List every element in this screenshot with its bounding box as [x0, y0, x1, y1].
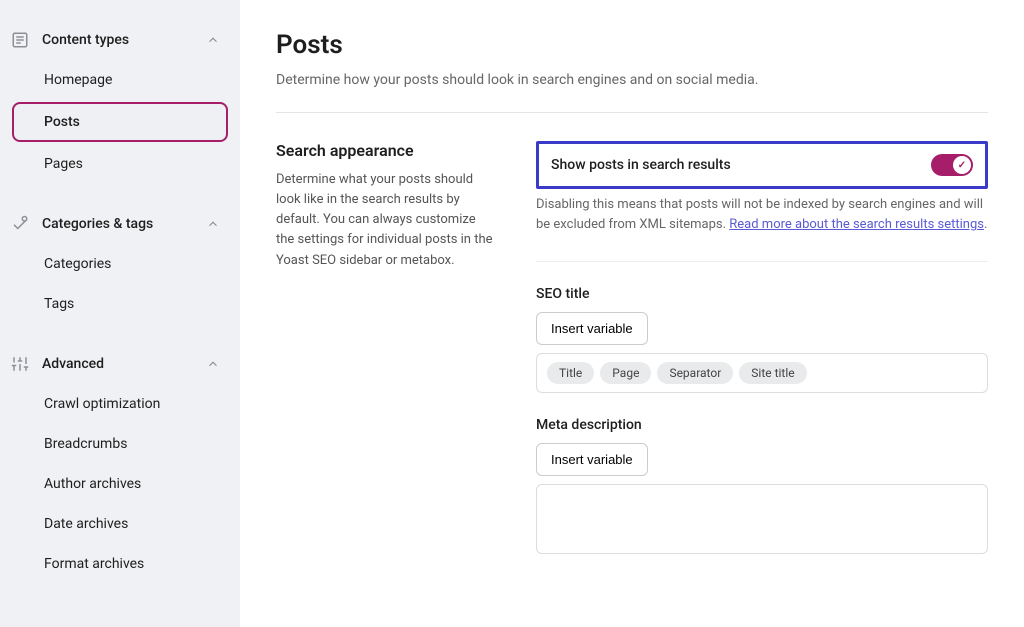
sidebar: Content types Homepage Posts Pages Categ… [0, 0, 240, 627]
meta-description-label: Meta description [536, 417, 988, 433]
subitems: Crawl optimization Breadcrumbs Author ar… [0, 384, 240, 584]
section-header-advanced[interactable]: Advanced [0, 344, 240, 384]
sidebar-item-breadcrumbs[interactable]: Breadcrumbs [0, 424, 240, 464]
sidebar-item-categories[interactable]: Categories [0, 244, 240, 284]
subitems: Homepage Posts Pages [0, 60, 240, 184]
section-title: Categories & tags [42, 216, 206, 232]
content-types-icon [10, 30, 30, 50]
search-appearance-description: Determine what your posts should look li… [276, 170, 496, 271]
categories-tags-icon [10, 214, 30, 234]
section-header-content-types[interactable]: Content types [0, 20, 240, 60]
toggle-knob: ✓ [953, 156, 971, 174]
variable-chip[interactable]: Title [547, 362, 594, 384]
chevron-up-icon [206, 357, 220, 371]
sidebar-section-categories-tags: Categories & tags Categories Tags [0, 204, 240, 324]
chevron-up-icon [206, 217, 220, 231]
main-content: Posts Determine how your posts should lo… [240, 0, 1024, 627]
meta-description-field: Meta description Insert variable [536, 417, 988, 558]
divider [276, 112, 988, 113]
section-title: Advanced [42, 356, 206, 372]
variable-chip[interactable]: Site title [739, 362, 806, 384]
variable-chip[interactable]: Separator [657, 362, 733, 384]
read-more-link[interactable]: Read more about the search results setti… [729, 217, 984, 232]
variable-chip[interactable]: Page [600, 362, 651, 384]
sidebar-item-format-archives[interactable]: Format archives [0, 544, 240, 584]
sidebar-item-crawl-optimization[interactable]: Crawl optimization [0, 384, 240, 424]
section-title: Content types [42, 32, 206, 48]
sidebar-item-pages[interactable]: Pages [0, 144, 240, 184]
sidebar-item-author-archives[interactable]: Author archives [0, 464, 240, 504]
page-description: Determine how your posts should look in … [276, 72, 988, 88]
page-title: Posts [276, 30, 988, 60]
meta-description-input[interactable] [536, 484, 988, 554]
sidebar-section-content-types: Content types Homepage Posts Pages [0, 20, 240, 184]
right-column: Show posts in search results ✓ Disabling… [536, 141, 988, 558]
sidebar-item-tags[interactable]: Tags [0, 284, 240, 324]
sidebar-item-date-archives[interactable]: Date archives [0, 504, 240, 544]
section-header-categories-tags[interactable]: Categories & tags [0, 204, 240, 244]
sidebar-section-advanced: Advanced Crawl optimization Breadcrumbs … [0, 344, 240, 584]
advanced-icon [10, 354, 30, 374]
subdivider [536, 261, 988, 262]
check-icon: ✓ [958, 160, 966, 171]
seo-title-input[interactable]: Title Page Separator Site title [536, 353, 988, 393]
insert-variable-button-meta[interactable]: Insert variable [536, 443, 648, 476]
show-posts-toggle[interactable]: ✓ [931, 154, 973, 176]
toggle-label: Show posts in search results [551, 157, 731, 173]
insert-variable-button-seo[interactable]: Insert variable [536, 312, 648, 345]
seo-title-label: SEO title [536, 286, 988, 302]
left-column: Search appearance Determine what your po… [276, 141, 496, 558]
help-text-suffix: . [984, 217, 987, 232]
sidebar-item-posts[interactable]: Posts [12, 102, 228, 142]
seo-title-field: SEO title Insert variable Title Page Sep… [536, 286, 988, 393]
content-row: Search appearance Determine what your po… [276, 141, 988, 558]
chevron-up-icon [206, 33, 220, 47]
sidebar-item-homepage[interactable]: Homepage [0, 60, 240, 100]
subitems: Categories Tags [0, 244, 240, 324]
search-appearance-heading: Search appearance [276, 141, 496, 160]
show-posts-toggle-row: Show posts in search results ✓ [536, 141, 988, 189]
toggle-help-text: Disabling this means that posts will not… [536, 195, 988, 235]
